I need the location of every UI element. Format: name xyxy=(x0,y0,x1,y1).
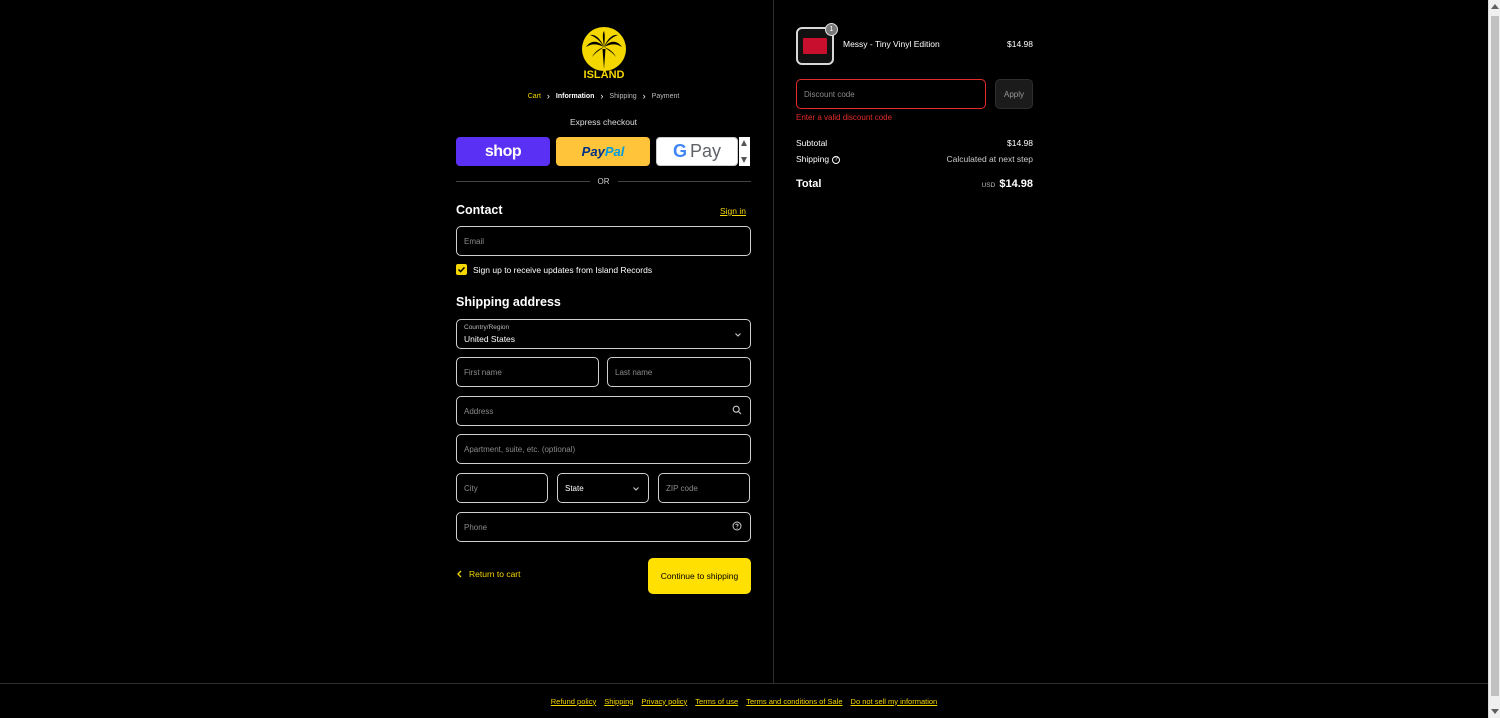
phone-field[interactable]: Phone xyxy=(456,512,751,542)
contact-title: Contact xyxy=(456,203,503,217)
state-value: State xyxy=(565,483,584,493)
product-price: $14.98 xyxy=(1007,39,1033,49)
continue-to-shipping-button[interactable]: Continue to shipping xyxy=(648,558,751,594)
or-label: OR xyxy=(597,176,610,186)
address-placeholder: Address xyxy=(464,406,494,416)
discount-code-field[interactable]: Discount code xyxy=(796,79,986,109)
chevron-right-icon: › xyxy=(546,91,550,101)
last-name-placeholder: Last name xyxy=(615,367,653,377)
chevron-down-icon xyxy=(734,325,742,343)
state-select[interactable]: State xyxy=(557,473,649,503)
shipping-address-title: Shipping address xyxy=(456,295,561,309)
do-not-sell-link[interactable]: Do not sell my information xyxy=(851,697,938,706)
chevron-down-icon xyxy=(632,479,640,497)
express-checkout-title: Express checkout xyxy=(569,117,638,127)
google-pay-button[interactable]: G Pay xyxy=(656,137,738,166)
scroll-up-icon[interactable] xyxy=(741,140,747,146)
privacy-policy-link[interactable]: Privacy policy xyxy=(641,697,687,706)
total-value: $14.98 xyxy=(999,178,1033,190)
apartment-placeholder: Apartment, suite, etc. (optional) xyxy=(464,444,576,454)
last-name-field[interactable]: Last name xyxy=(607,357,751,387)
phone-placeholder: Phone xyxy=(464,522,488,532)
or-divider: OR xyxy=(456,175,751,187)
checkmark-icon xyxy=(457,266,466,273)
scroll-down-icon[interactable] xyxy=(741,157,747,163)
shipping-row: Shipping? Calculated at next step xyxy=(796,154,1033,164)
shop-pay-label: shop xyxy=(484,142,522,160)
checkout-page: ISLAND Cart › Information › Shipping › P… xyxy=(0,0,1500,718)
express-scrollbar[interactable] xyxy=(739,137,750,166)
zip-code-field[interactable]: ZIP code xyxy=(658,473,750,503)
email-placeholder: Email xyxy=(464,236,485,246)
breadcrumb: Cart › Information › Shipping › Payment xyxy=(456,91,751,101)
chevron-right-icon: › xyxy=(642,91,646,101)
subtotal-value: $14.98 xyxy=(1007,138,1033,148)
scrollbar-thumb[interactable] xyxy=(1491,16,1499,696)
newsletter-row: Sign up to receive updates from Island R… xyxy=(456,264,652,275)
google-pay-label: Pay xyxy=(689,141,722,161)
sign-in-link[interactable]: Sign in xyxy=(720,206,746,216)
total-currency: USD xyxy=(981,182,996,189)
scroll-down-icon[interactable] xyxy=(1491,709,1499,714)
terms-of-sale-link[interactable]: Terms and conditions of Sale xyxy=(746,697,842,706)
shipping-label: Shipping xyxy=(796,154,830,164)
total-row: Total USD $14.98 xyxy=(796,178,1033,190)
country-label: Country/Region xyxy=(464,324,510,331)
zip-code-placeholder: ZIP code xyxy=(666,483,698,493)
vinyl-cover-image xyxy=(803,38,827,54)
paypal-label-pay: Pay xyxy=(581,144,605,159)
return-to-cart-link[interactable]: Return to cart xyxy=(456,569,521,579)
footer-links: Refund policy Shipping Privacy policy Te… xyxy=(0,683,1488,718)
city-field[interactable]: City xyxy=(456,473,548,503)
chevron-left-icon xyxy=(457,570,462,578)
first-name-placeholder: First name xyxy=(464,367,502,377)
island-logo[interactable]: ISLAND xyxy=(580,25,628,81)
city-placeholder: City xyxy=(464,483,478,493)
page-scrollbar[interactable] xyxy=(1488,0,1500,718)
shipping-value: Calculated at next step xyxy=(946,154,1033,164)
logo-text: ISLAND xyxy=(584,69,625,81)
breadcrumb-information: Information xyxy=(555,92,595,100)
email-field[interactable]: Email xyxy=(456,226,751,256)
checkout-main: ISLAND Cart › Information › Shipping › P… xyxy=(0,0,773,683)
newsletter-label: Sign up to receive updates from Island R… xyxy=(473,264,653,275)
apartment-field[interactable]: Apartment, suite, etc. (optional) xyxy=(456,434,751,464)
apply-discount-button[interactable]: Apply xyxy=(995,79,1033,109)
total-label: Total xyxy=(796,178,822,190)
breadcrumb-shipping: Shipping xyxy=(609,92,637,100)
terms-of-use-link[interactable]: Terms of use xyxy=(695,697,738,706)
address-field[interactable]: Address xyxy=(456,396,751,426)
return-to-cart-label: Return to cart xyxy=(469,569,521,579)
help-icon[interactable] xyxy=(732,518,742,536)
subtotal-row: Subtotal $14.98 xyxy=(796,138,1033,148)
continue-label: Continue to shipping xyxy=(660,571,739,581)
discount-error-message: Enter a valid discount code xyxy=(796,113,893,122)
shop-pay-button[interactable]: shop xyxy=(456,137,550,166)
shipping-policy-link[interactable]: Shipping xyxy=(604,697,633,706)
refund-policy-link[interactable]: Refund policy xyxy=(551,697,596,706)
subtotal-label: Subtotal xyxy=(796,138,828,148)
search-icon xyxy=(732,402,742,420)
help-icon[interactable]: ? xyxy=(832,155,841,164)
breadcrumb-cart[interactable]: Cart xyxy=(528,93,541,100)
divider-line xyxy=(456,180,590,182)
country-select[interactable]: Country/Region United States xyxy=(456,319,751,349)
discount-code-placeholder: Discount code xyxy=(804,89,855,99)
breadcrumb-payment: Payment xyxy=(651,92,680,100)
paypal-label-pal: Pal xyxy=(604,144,625,159)
country-value: United States xyxy=(464,334,516,344)
divider-line xyxy=(617,180,751,182)
scroll-up-icon[interactable] xyxy=(1491,4,1499,9)
google-g-icon: G xyxy=(672,141,687,161)
chevron-right-icon: › xyxy=(600,91,604,101)
newsletter-checkbox[interactable] xyxy=(456,264,467,275)
product-name: Messy - Tiny Vinyl Edition xyxy=(843,39,940,49)
paypal-button[interactable]: Pay Pal xyxy=(556,137,650,166)
first-name-field[interactable]: First name xyxy=(456,357,599,387)
quantity-badge: 1 xyxy=(825,23,838,36)
